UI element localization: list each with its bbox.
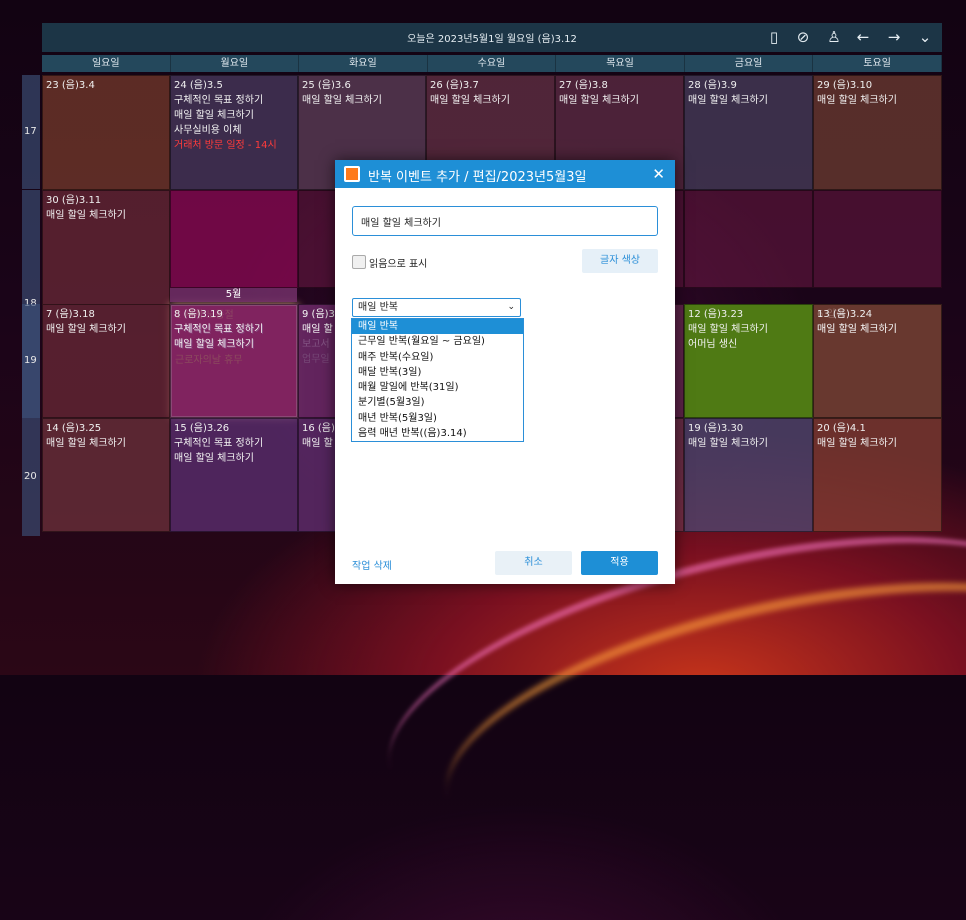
event-item[interactable]: 매일 할일 체크하기 (817, 93, 938, 108)
day-date: 27 (음)3.8 (559, 80, 608, 91)
day-cell[interactable]: 20 (음)4.1 매일 할일 체크하기 (813, 418, 942, 532)
repeat-option[interactable]: 매달 반복(3일) (352, 365, 523, 380)
day-cell[interactable]: 13 (음)3.24 매일 할일 체크하기 (813, 304, 942, 418)
day-date: 14 (음)3.25 (46, 423, 102, 434)
phone-icon[interactable]: ▯ (765, 28, 783, 46)
weekday-label: 금요일 (684, 55, 814, 72)
user-icon[interactable]: ♙ (825, 28, 843, 46)
dialog-header: 반복 이벤트 추가 / 편집/2023년5월3일 ✕ (335, 160, 675, 188)
week-number: 17 (22, 75, 40, 189)
event-item[interactable]: 거래처 방문 일정 - 14시 (174, 138, 294, 153)
chevron-down-icon: ⌄ (507, 302, 515, 312)
repeat-select-value: 매일 반복 (358, 302, 398, 313)
day-cell[interactable]: 28 (음)3.9 매일 할일 체크하기 (684, 75, 813, 190)
week-number: 19 (22, 304, 40, 418)
day-date: 19 (음)3.30 (688, 423, 744, 434)
event-item[interactable]: 사무실비용 이체 (174, 123, 294, 138)
weekday-label: 토요일 (813, 55, 942, 72)
day-date: 26 (음)3.7 (430, 80, 479, 91)
repeat-option[interactable]: 근무일 반복(월요일 ~ 금요일) (352, 334, 523, 349)
event-item[interactable]: 매일 할일 체크하기 (817, 322, 938, 337)
event-text-input[interactable] (352, 206, 658, 236)
close-icon[interactable]: ✕ (652, 165, 665, 183)
day-date: 25 (음)3.6 (302, 80, 351, 91)
event-item[interactable]: 매일 할일 체크하기 (430, 93, 551, 108)
day-date: 12 (음)3.23 (688, 309, 744, 320)
weekday-label: 화요일 (299, 55, 428, 72)
event-item[interactable]: 구체적인 목표 정하기 (174, 322, 294, 337)
week-number-label: 17 (24, 126, 37, 137)
day-cell[interactable]: 29 (음)3.10 매일 할일 체크하기 (813, 75, 942, 190)
week-number-label: 19 (24, 355, 37, 366)
weekday-label: 월요일 (170, 55, 300, 72)
event-item[interactable]: 매일 할일 체크하기 (46, 208, 166, 223)
repeat-option[interactable]: 음력 매년 반복((음)3.14) (352, 426, 523, 441)
day-date: 15 (음)3.26 (174, 423, 230, 434)
repeat-option[interactable]: 매년 반복(5월3일) (352, 411, 523, 426)
event-item[interactable]: 매일 할일 체크하기 (302, 93, 422, 108)
event-item[interactable]: 매일 할일 체크하기 (688, 93, 809, 108)
repeat-event-dialog: 반복 이벤트 추가 / 편집/2023년5월3일 ✕ 읽음으로 표시 글자 색상… (335, 160, 675, 584)
app-icon (344, 166, 360, 182)
day-date: 29 (음)3.10 (817, 80, 873, 91)
day-cell[interactable]: 14 (음)3.25 매일 할일 체크하기 (42, 418, 170, 532)
event-item[interactable]: 매일 할일 체크하기 (688, 436, 809, 451)
week-number: 20 (22, 418, 40, 536)
day-date: 24 (음)3.5 (174, 80, 223, 91)
event-item[interactable]: 구체적인 목표 정하기 (174, 436, 294, 451)
event-item[interactable]: 매일 할일 체크하기 (817, 436, 938, 451)
repeat-option[interactable]: 분기별(5월3일) (352, 395, 523, 410)
repeat-option[interactable]: 매일 반복 (352, 319, 523, 335)
dim-checkbox[interactable] (352, 255, 366, 269)
arrow-right-icon[interactable]: → (885, 28, 903, 46)
arrow-left-icon[interactable]: ← (854, 28, 872, 46)
day-cell[interactable]: 23 (음)3.4 (42, 75, 170, 190)
weekday-label: 수요일 (427, 55, 557, 72)
day-cell-empty (684, 190, 813, 288)
weekday-label: 일요일 (42, 55, 171, 72)
week-number-label: 20 (24, 471, 37, 482)
text-color-button[interactable]: 글자 색상 (582, 249, 658, 273)
day-cell[interactable]: 7 (음)3.18 매일 할일 체크하기 (42, 304, 170, 418)
dialog-title: 반복 이벤트 추가 / 편집/2023년5월3일 (368, 170, 587, 185)
day-cell-empty (813, 190, 942, 288)
day-cell[interactable]: 19 (음)3.30 매일 할일 체크하기 (684, 418, 813, 532)
calendar-toolbar: 오늘은 2023년5월1일 월요일 (음)3.12 ▯ ⊘ ♙ ← → ⌄ (42, 23, 942, 52)
event-item[interactable]: 어머님 생신 (688, 337, 809, 352)
event-item[interactable]: 매일 할일 체크하기 (174, 108, 294, 123)
event-item[interactable]: 매일 할일 체크하기 (559, 93, 680, 108)
cancel-button[interactable]: 취소 (495, 551, 572, 575)
event-item[interactable]: 매일 할일 체크하기 (688, 322, 809, 337)
day-cell[interactable]: 24 (음)3.5 구체적인 목표 정하기 매일 할일 체크하기 사무실비용 이체 거래… (170, 75, 298, 190)
event-item[interactable]: 매일 할일 체크하기 (174, 337, 294, 352)
check-circle-icon[interactable]: ⊘ (794, 28, 812, 46)
delete-task-link[interactable]: 작업 삭제 (352, 557, 392, 572)
repeat-option[interactable]: 매월 말일에 반복(31일) (352, 380, 523, 395)
day-cell[interactable]: 12 (음)3.23 매일 할일 체크하기 어머님 생신 (684, 304, 813, 418)
repeat-options-list: 매일 반복 근무일 반복(월요일 ~ 금요일) 매주 반복(수요일) 매달 반복(3일… (351, 318, 524, 443)
day-date: 8 (음)3.19 (174, 309, 223, 320)
event-item[interactable]: 매일 할일 체크하기 (46, 322, 166, 337)
day-cell[interactable]: 15 (음)3.26 구체적인 목표 정하기 매일 할일 체크하기 (170, 418, 298, 532)
weekday-label: 목요일 (556, 55, 685, 72)
apply-button[interactable]: 적용 (581, 551, 658, 575)
day-date: 30 (음)3.11 (46, 195, 102, 206)
day-date: 13 (음)3.24 (817, 309, 873, 320)
repeat-option[interactable]: 매주 반복(수요일) (352, 350, 523, 365)
day-cell[interactable]: 8 (음)3.19 구체적인 목표 정하기 매일 할일 체크하기 (170, 304, 298, 418)
day-date: 20 (음)4.1 (817, 423, 866, 434)
day-date: 23 (음)3.4 (46, 80, 95, 91)
day-cell[interactable]: 30 (음)3.11 매일 할일 체크하기 (42, 190, 170, 305)
chevron-down-icon[interactable]: ⌄ (916, 28, 934, 46)
day-cell-empty (170, 190, 298, 288)
event-item[interactable]: 매일 할일 체크하기 (174, 451, 294, 466)
day-date: 7 (음)3.18 (46, 309, 95, 320)
dim-checkbox-label: 읽음으로 표시 (369, 259, 428, 270)
event-item[interactable]: 매일 할일 체크하기 (46, 436, 166, 451)
month-label: 5월 (170, 288, 297, 302)
day-date: 28 (음)3.9 (688, 80, 737, 91)
weekday-header: 일요일 월요일 화요일 수요일 목요일 금요일 토요일 (42, 55, 942, 72)
repeat-select[interactable]: 매일 반복 ⌄ (352, 298, 521, 317)
event-item[interactable]: 구체적인 목표 정하기 (174, 93, 294, 108)
